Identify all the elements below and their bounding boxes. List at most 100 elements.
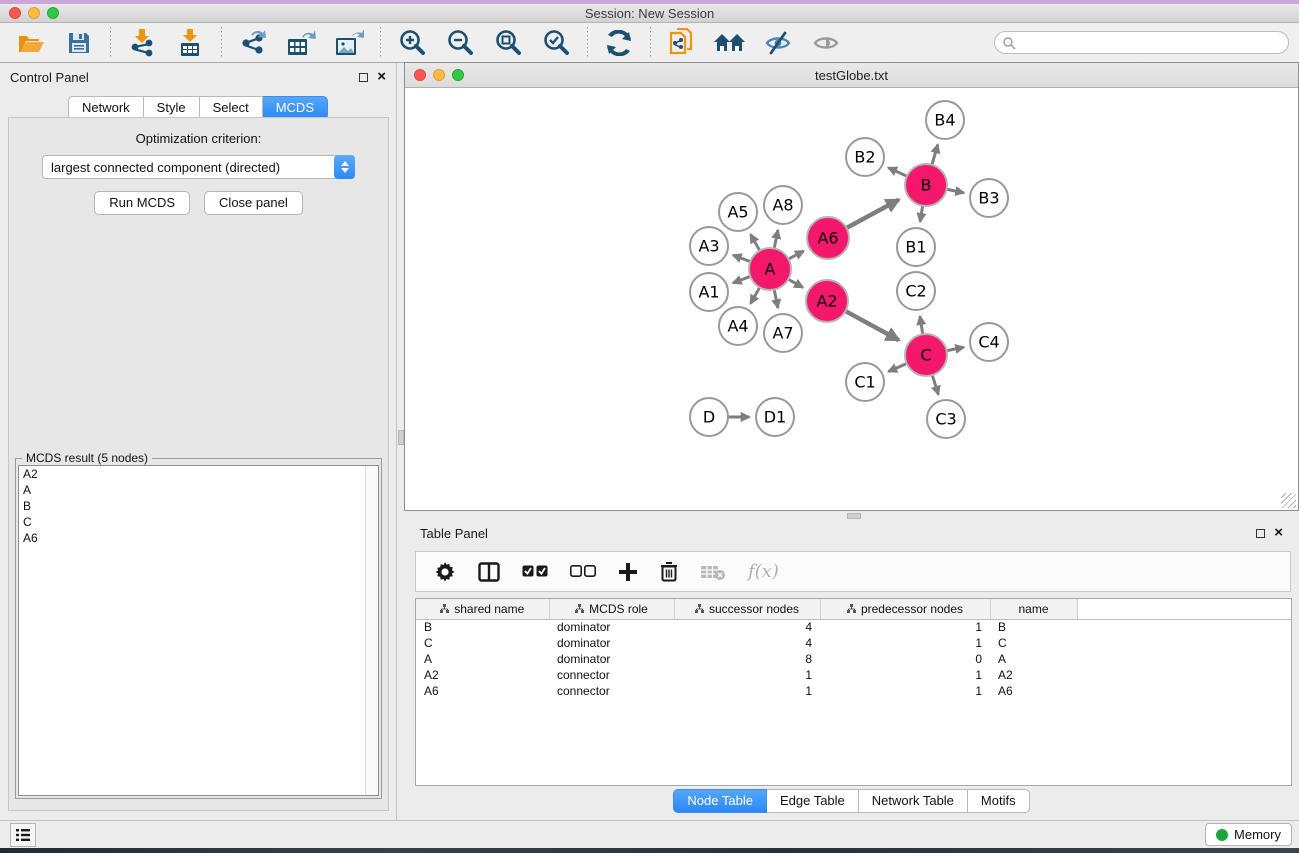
table-cell[interactable]: 1: [674, 667, 820, 683]
tab-edge-table[interactable]: Edge Table: [767, 789, 859, 813]
close-table-panel-icon[interactable]: ×: [1274, 528, 1283, 538]
table-cell[interactable]: 1: [820, 619, 990, 635]
graph-node-A5[interactable]: A5: [719, 193, 757, 231]
result-scrollbar[interactable]: [365, 466, 378, 795]
duplicate-network-icon[interactable]: [665, 27, 699, 59]
export-image-icon[interactable]: [332, 27, 366, 59]
column-header-MCDS-role[interactable]: MCDS role: [549, 599, 674, 619]
deselect-all-icon[interactable]: [570, 565, 596, 578]
edge-A-A6[interactable]: [789, 251, 804, 259]
export-table-icon[interactable]: [284, 27, 318, 59]
graph-node-A8[interactable]: A8: [764, 186, 802, 224]
edge-A-A4[interactable]: [751, 287, 760, 303]
float-panel-icon[interactable]: [359, 73, 368, 82]
edge-A-A2[interactable]: [788, 279, 803, 287]
apply-layout-icon[interactable]: [602, 27, 636, 59]
network-graph[interactable]: AA1A2A3A4A5A6A7A8BB1B2B3B4CC1C2C3C4DD1: [405, 88, 1298, 510]
table-row[interactable]: A6connector11A6: [416, 683, 1291, 699]
table-cell[interactable]: dominator: [549, 635, 674, 651]
table-cell[interactable]: dominator: [549, 651, 674, 667]
settings-gear-icon[interactable]: [434, 561, 456, 583]
graph-node-C2[interactable]: C2: [897, 272, 935, 310]
table-cell[interactable]: dominator: [549, 619, 674, 635]
edge-B-B2[interactable]: [888, 168, 907, 177]
table-row[interactable]: Adominator80A: [416, 651, 1291, 667]
graph-node-A4[interactable]: A4: [719, 307, 757, 345]
graph-node-A[interactable]: A: [749, 248, 791, 290]
graph-node-A7[interactable]: A7: [764, 314, 802, 352]
column-header-shared-name[interactable]: shared name: [416, 599, 549, 619]
select-all-icon[interactable]: [522, 565, 548, 578]
table-cell[interactable]: connector: [549, 683, 674, 699]
network-window-titlebar[interactable]: testGlobe.txt: [405, 63, 1298, 88]
graph-node-B3[interactable]: B3: [970, 179, 1008, 217]
tab-motifs[interactable]: Motifs: [968, 789, 1030, 813]
edge-A2-C[interactable]: [845, 311, 898, 340]
tab-network-table[interactable]: Network Table: [859, 789, 968, 813]
zoom-out-icon[interactable]: [443, 27, 477, 59]
table-cell[interactable]: 0: [820, 651, 990, 667]
graph-node-B4[interactable]: B4: [926, 101, 964, 139]
show-columns-icon[interactable]: [478, 562, 500, 582]
graph-node-A2[interactable]: A2: [806, 280, 848, 322]
column-header-successor-nodes[interactable]: successor nodes: [674, 599, 820, 619]
resize-grip-icon[interactable]: [1281, 493, 1296, 508]
edge-A-A1[interactable]: [733, 276, 750, 283]
zoom-fit-icon[interactable]: [491, 27, 525, 59]
table-cell[interactable]: A6: [990, 683, 1077, 699]
network-canvas[interactable]: AA1A2A3A4A5A6A7A8BB1B2B3B4CC1C2C3C4DD1: [405, 88, 1298, 510]
hide-selected-eye-icon[interactable]: [761, 27, 795, 59]
graph-node-C1[interactable]: C1: [846, 363, 884, 401]
table-cell[interactable]: 4: [674, 619, 820, 635]
edge-B-B3[interactable]: [947, 189, 964, 193]
table-cell[interactable]: 1: [820, 635, 990, 651]
edge-A-A8[interactable]: [774, 230, 778, 248]
table-cell[interactable]: connector: [549, 667, 674, 683]
search-field[interactable]: [994, 31, 1289, 54]
result-list-item[interactable]: A2: [19, 466, 378, 482]
float-table-panel-icon[interactable]: [1256, 529, 1265, 538]
show-all-eye-icon[interactable]: [809, 27, 843, 59]
graph-node-C4[interactable]: C4: [970, 323, 1008, 361]
graph-node-D[interactable]: D: [690, 398, 728, 436]
import-table-icon[interactable]: [173, 27, 207, 59]
tab-node-table[interactable]: Node Table: [673, 789, 767, 813]
horizontal-splitter[interactable]: [404, 511, 1299, 520]
vertical-splitter-handle[interactable]: [398, 430, 404, 445]
table-cell[interactable]: A: [990, 651, 1077, 667]
zoom-in-icon[interactable]: [395, 27, 429, 59]
table-cell[interactable]: 1: [820, 683, 990, 699]
import-network-icon[interactable]: [125, 27, 159, 59]
edge-A6-B[interactable]: [846, 200, 898, 228]
table-cell[interactable]: A2: [416, 667, 549, 683]
edge-B-B1[interactable]: [920, 206, 923, 222]
node-table[interactable]: shared nameMCDS rolesuccessor nodesprede…: [415, 598, 1292, 786]
add-row-icon[interactable]: [618, 562, 638, 582]
save-session-icon[interactable]: [62, 27, 96, 59]
result-list-item[interactable]: A6: [19, 530, 378, 546]
table-cell[interactable]: 1: [674, 683, 820, 699]
result-list-item[interactable]: A: [19, 482, 378, 498]
table-cell[interactable]: B: [990, 619, 1077, 635]
function-builder-icon[interactable]: f(x): [748, 561, 779, 582]
table-cell[interactable]: 1: [820, 667, 990, 683]
graph-node-C[interactable]: C: [905, 334, 947, 376]
table-cell[interactable]: C: [416, 635, 549, 651]
edge-A-A3[interactable]: [733, 255, 750, 262]
memory-button[interactable]: Memory: [1205, 823, 1292, 846]
table-row[interactable]: Bdominator41B: [416, 619, 1291, 635]
edge-C-C3[interactable]: [932, 375, 938, 395]
edge-A-A7[interactable]: [774, 290, 778, 308]
table-row[interactable]: Cdominator41C: [416, 635, 1291, 651]
zoom-selected-icon[interactable]: [539, 27, 573, 59]
table-cell[interactable]: A6: [416, 683, 549, 699]
table-cell[interactable]: 8: [674, 651, 820, 667]
table-cell[interactable]: C: [990, 635, 1077, 651]
open-file-icon[interactable]: [14, 27, 48, 59]
edge-B-B4[interactable]: [932, 145, 938, 165]
table-cell[interactable]: 4: [674, 635, 820, 651]
graph-node-B2[interactable]: B2: [846, 138, 884, 176]
close-panel-button[interactable]: Close panel: [204, 191, 303, 215]
search-input[interactable]: [1016, 36, 1288, 50]
graph-node-A1[interactable]: A1: [690, 273, 728, 311]
